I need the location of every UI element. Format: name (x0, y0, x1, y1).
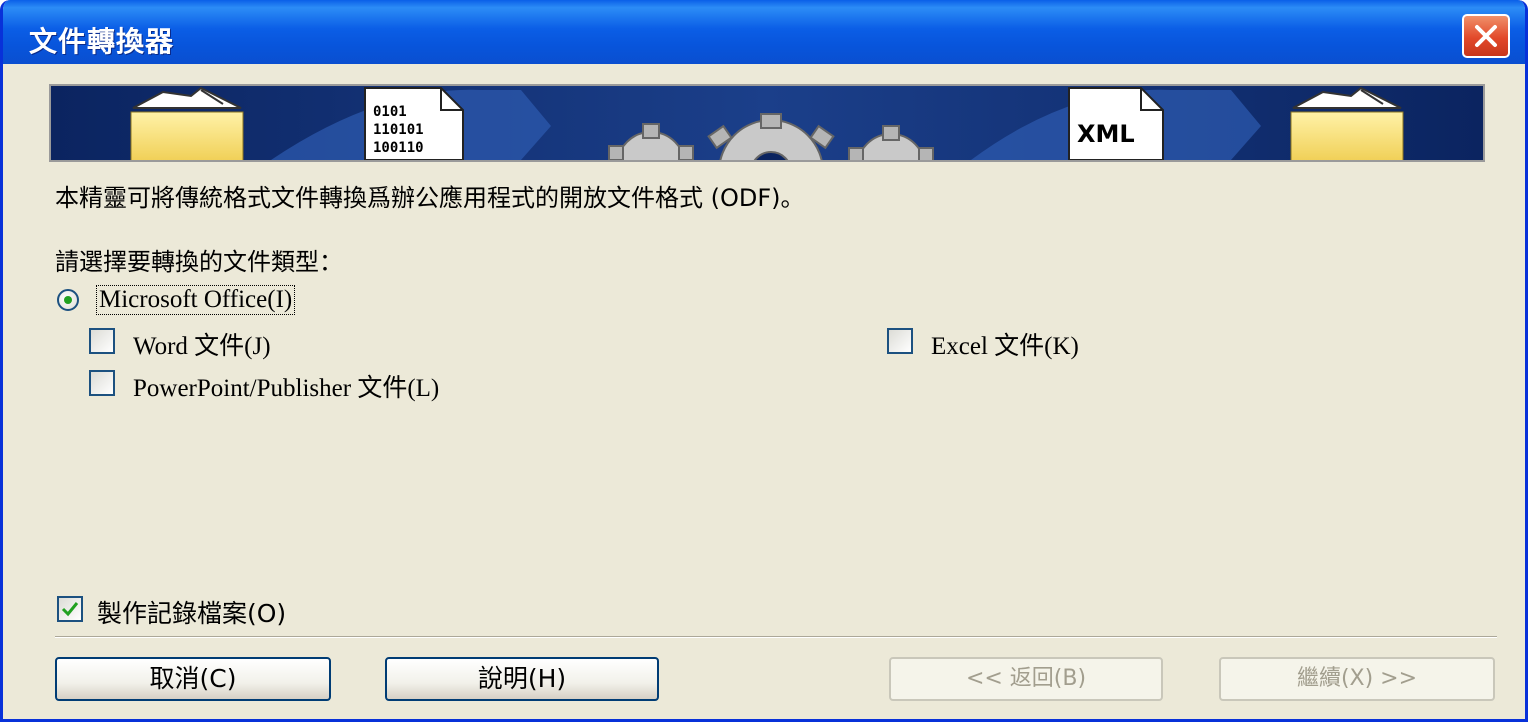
help-button[interactable]: 說明(H) (385, 657, 659, 701)
window-title: 文件轉換器 (29, 25, 175, 58)
svg-text:XML: XML (1077, 120, 1135, 148)
radio-selected-dot (64, 296, 72, 304)
powerpoint-checkbox[interactable] (89, 370, 115, 396)
wizard-banner: 0101 110101 100110 XML (49, 84, 1485, 162)
log-file-checkbox-label[interactable]: 製作記錄檔案(O) (97, 594, 286, 630)
svg-text:100110: 100110 (373, 140, 424, 156)
excel-checkbox[interactable] (887, 328, 913, 354)
document-type-prompt: 請選擇要轉換的文件類型： (55, 248, 343, 276)
svg-text:110101: 110101 (373, 122, 424, 138)
title-bar[interactable]: 文件轉換器 (3, 0, 1525, 64)
excel-checkbox-label[interactable]: Excel 文件(K) (931, 326, 1079, 362)
wizard-description: 本精靈可將傳統格式文件轉換爲辦公應用程式的開放文件格式 (ODF)。 (55, 184, 805, 212)
separator (55, 636, 1497, 638)
microsoft-office-label[interactable]: Microsoft Office(I) (95, 285, 296, 315)
xml-document-icon: XML (1068, 87, 1164, 160)
file-converter-dialog: 文件轉換器 0101 110101 100110 XML 本精靈可將傳統格式文件… (0, 0, 1528, 722)
binary-document-icon: 0101 110101 100110 (364, 87, 464, 160)
close-icon (1475, 25, 1497, 47)
close-button[interactable] (1462, 14, 1510, 58)
checkmark-icon (61, 602, 79, 617)
cancel-button[interactable]: 取消(C) (55, 657, 331, 701)
word-checkbox-label[interactable]: Word 文件(J) (133, 326, 271, 362)
log-file-checkbox[interactable] (57, 596, 83, 622)
back-button[interactable]: << 返回(B) (889, 657, 1163, 701)
powerpoint-checkbox-label[interactable]: PowerPoint/Publisher 文件(L) (133, 368, 439, 404)
next-button[interactable]: 繼續(X) >> (1219, 657, 1495, 701)
radio-button[interactable] (57, 289, 79, 311)
svg-text:0101: 0101 (373, 104, 407, 120)
word-checkbox[interactable] (89, 328, 115, 354)
